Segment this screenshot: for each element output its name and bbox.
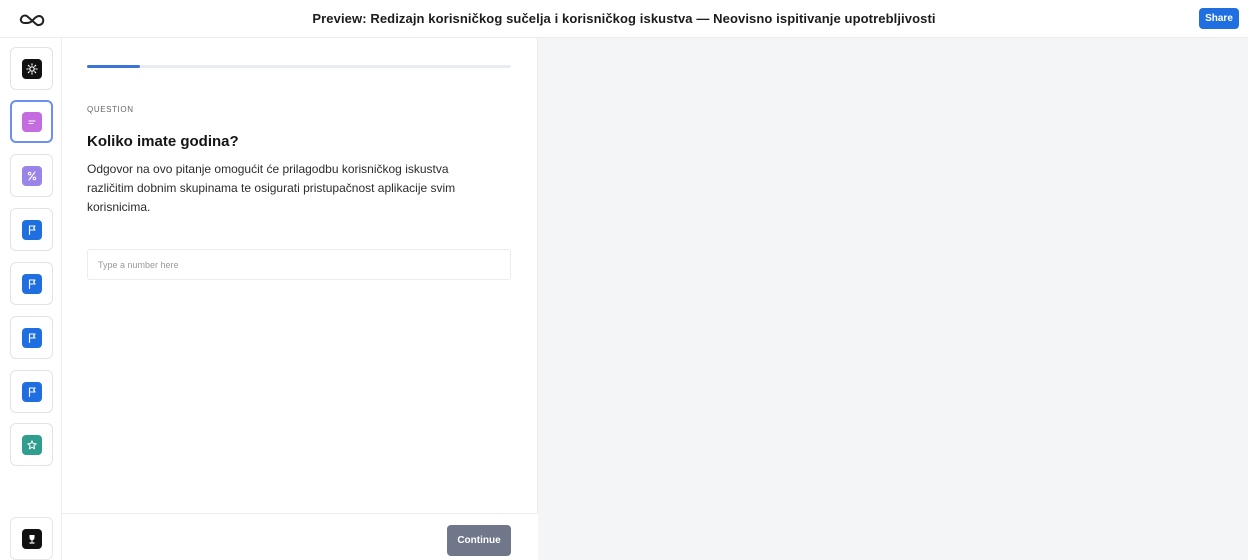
sidebar-item-thank-you[interactable] — [10, 517, 53, 560]
trophy-icon — [22, 529, 42, 549]
continue-button[interactable]: Continue — [447, 525, 511, 556]
question-title: Koliko imate godina? — [87, 133, 239, 150]
top-bar: Preview: Redizajn korisničkog sučelja i … — [0, 0, 1248, 38]
sidebar-item-rating[interactable] — [10, 423, 53, 466]
question-label: QUESTION — [87, 105, 134, 114]
sidebar-item-flag-3[interactable] — [10, 316, 53, 359]
sidebar-item-flag-4[interactable] — [10, 370, 53, 413]
flag-icon — [22, 328, 42, 348]
progress-bar — [87, 65, 511, 68]
infinity-logo-icon[interactable] — [18, 9, 46, 29]
sidebar-item-flag-2[interactable] — [10, 262, 53, 305]
progress-bar-fill — [87, 65, 140, 68]
panel-footer: Continue — [62, 513, 538, 560]
flag-icon — [22, 220, 42, 240]
percent-icon — [22, 166, 42, 186]
question-description: Odgovor na ovo pitanje omogućit će prila… — [87, 162, 456, 214]
flag-icon — [22, 382, 42, 402]
page-title: Preview: Redizajn korisničkog sučelja i … — [312, 11, 936, 26]
block-sidebar — [0, 38, 62, 560]
sidebar-item-flag-1[interactable] — [10, 208, 53, 251]
sidebar-item-welcome[interactable] — [10, 47, 53, 90]
star-icon — [22, 435, 42, 455]
flag-icon — [22, 274, 42, 294]
sidebar-item-percent[interactable] — [10, 154, 53, 197]
text-lines-icon — [22, 112, 42, 132]
sidebar-item-question-text[interactable] — [10, 100, 53, 143]
share-button[interactable]: Share — [1199, 8, 1239, 29]
question-panel: QUESTION Koliko imate godina? Odgovor na… — [62, 38, 538, 560]
preview-canvas — [538, 38, 1248, 560]
sun-icon — [22, 59, 42, 79]
number-input[interactable] — [87, 249, 511, 280]
